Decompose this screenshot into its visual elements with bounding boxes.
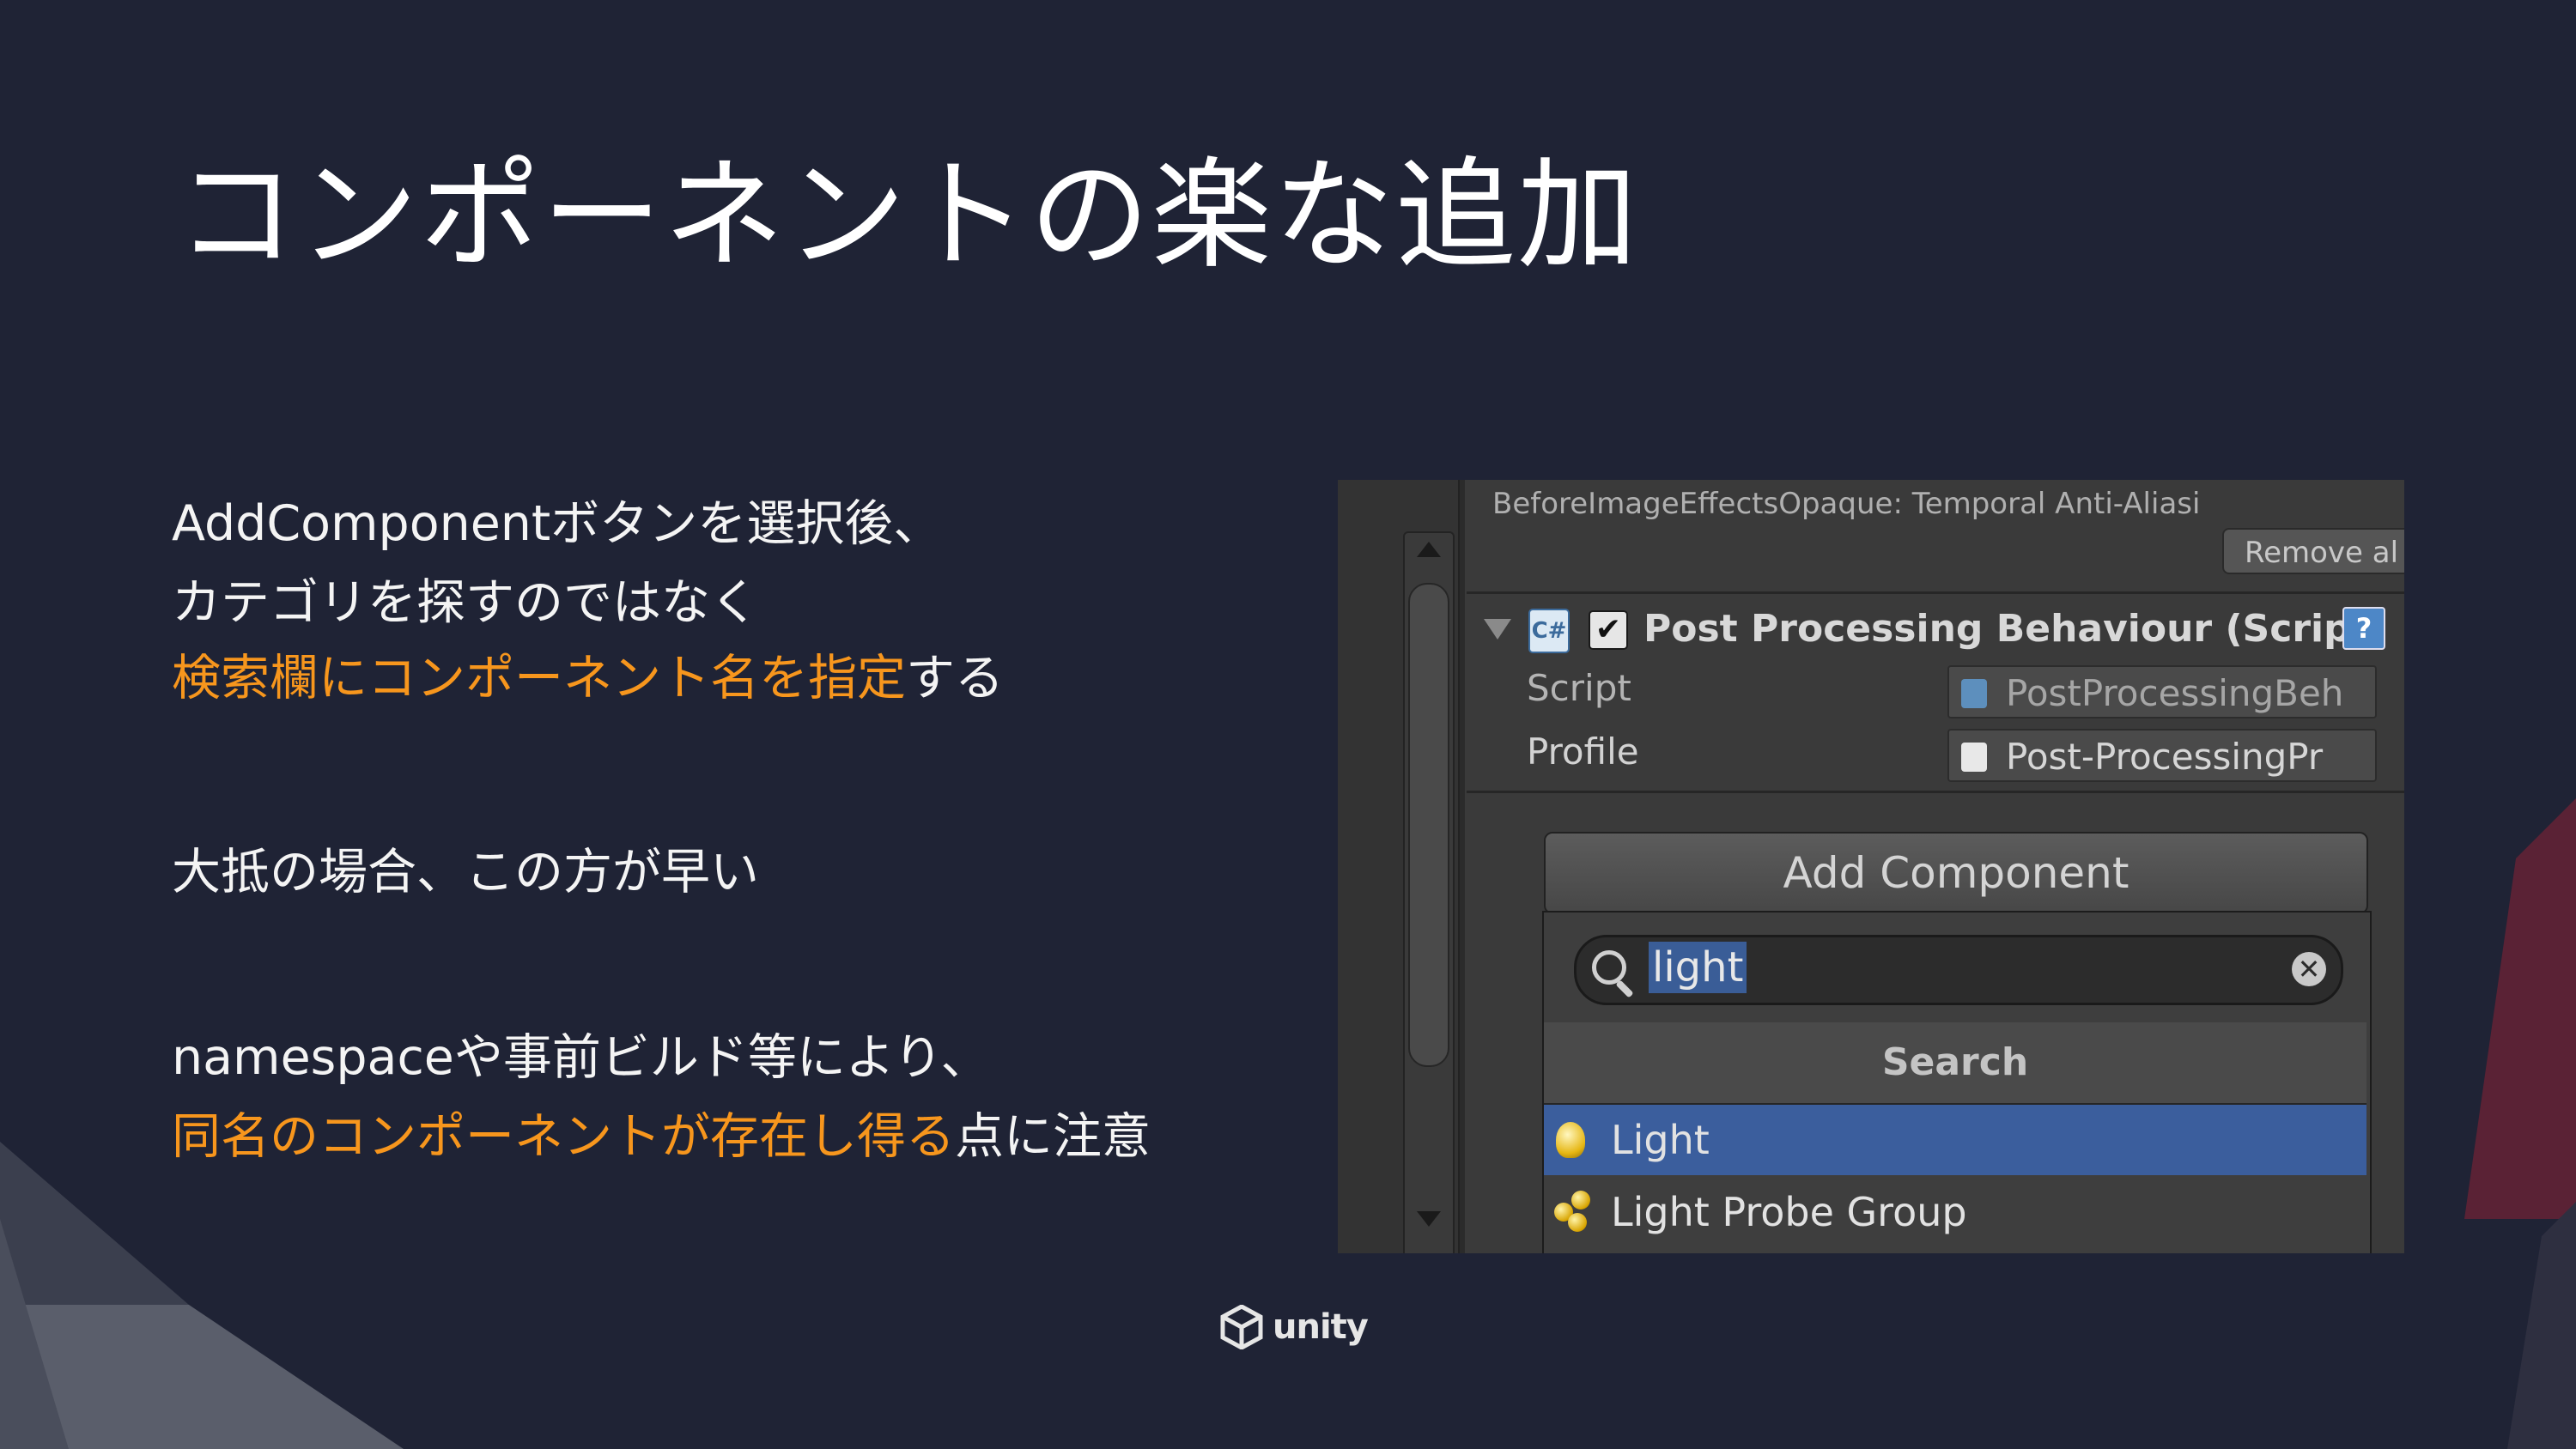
script-field[interactable]: PostProcessingBeh	[1947, 665, 2377, 718]
paragraph-2: 大抵の場合、この方が早い	[172, 833, 759, 912]
paragraph-1-line-1: AddComponentボタンを選択後、	[172, 495, 943, 552]
scrollbar-thumb[interactable]	[1408, 583, 1449, 1067]
unity-inspector-screenshot: BeforeImageEffectsOpaque: Temporal Anti-…	[1338, 480, 2404, 1253]
profile-asset-icon	[1961, 743, 1987, 772]
paragraph-1-line-2: カテゴリを探すのではなく	[172, 574, 759, 631]
search-results-header: Search	[1544, 1022, 2366, 1105]
unity-cube-icon	[1220, 1305, 1263, 1349]
result-item-light[interactable]: Light	[1544, 1105, 2366, 1175]
paragraph-3-line-1: namespaceや事前ビルド等により、	[172, 1029, 990, 1086]
paragraph-1-line-3-rest: する	[906, 650, 1004, 706]
paragraph-3-line-2-rest: 点に注意	[955, 1108, 1151, 1165]
component-enabled-checkbox[interactable]: ✔	[1589, 610, 1628, 650]
profile-field-value: Post-ProcessingPr	[2006, 736, 2324, 778]
paragraph-2-line-1: 大抵の場合、この方が早い	[172, 844, 759, 900]
result-item-label: Light	[1611, 1117, 1710, 1163]
profile-field[interactable]: Post-ProcessingPr	[1947, 729, 2377, 782]
scroll-up-arrow-icon[interactable]	[1417, 542, 1441, 557]
add-component-button[interactable]: Add Component	[1544, 832, 2368, 914]
result-item-light-probe-group[interactable]: Light Probe Group	[1544, 1177, 2366, 1247]
profile-field-label: Profile	[1527, 731, 1639, 773]
csharp-script-icon: C#	[1528, 609, 1570, 653]
divider	[1467, 591, 2404, 594]
previous-component-text: BeforeImageEffectsOpaque: Temporal Anti-…	[1492, 487, 2201, 521]
divider	[1467, 791, 2404, 793]
paragraph-1-highlight: 検索欄にコンポーネント名を指定	[172, 650, 906, 706]
script-field-label: Script	[1527, 667, 1631, 709]
paragraph-3-line-2: 同名のコンポーネントが存在し得る点に注意	[172, 1097, 1151, 1176]
search-input-value[interactable]: light	[1649, 942, 1747, 993]
remove-all-button[interactable]: Remove al	[2222, 528, 2404, 574]
paragraph-1: AddComponentボタンを選択後、 カテゴリを探すのではなく 検索欄にコン…	[172, 484, 1004, 718]
script-file-icon	[1961, 679, 1987, 708]
scroll-down-arrow-icon[interactable]	[1417, 1211, 1441, 1227]
unity-logo: unity	[1219, 1305, 1369, 1349]
search-icon	[1592, 950, 1626, 985]
foldout-arrow-icon[interactable]	[1484, 619, 1511, 640]
paragraph-1-line-3: 検索欄にコンポーネント名を指定する	[172, 639, 1004, 718]
help-book-icon[interactable]: ?	[2342, 607, 2385, 650]
light-bulb-icon	[1556, 1122, 1585, 1158]
component-title: Post Processing Behaviour (Script	[1643, 607, 2369, 651]
paragraph-3-highlight: 同名のコンポーネントが存在し得る	[172, 1108, 955, 1165]
script-field-value: PostProcessingBeh	[2006, 672, 2344, 714]
clear-search-icon[interactable]: ✕	[2292, 952, 2326, 986]
result-item-label: Light Probe Group	[1611, 1189, 1967, 1235]
light-probe-group-icon	[1554, 1191, 1592, 1234]
paragraph-3: namespaceや事前ビルド等により、 同名のコンポーネントが存在し得る点に注…	[172, 1018, 1151, 1176]
slide-title: コンポーネントの楽な追加	[176, 146, 1640, 286]
unity-wordmark: unity	[1273, 1307, 1369, 1347]
